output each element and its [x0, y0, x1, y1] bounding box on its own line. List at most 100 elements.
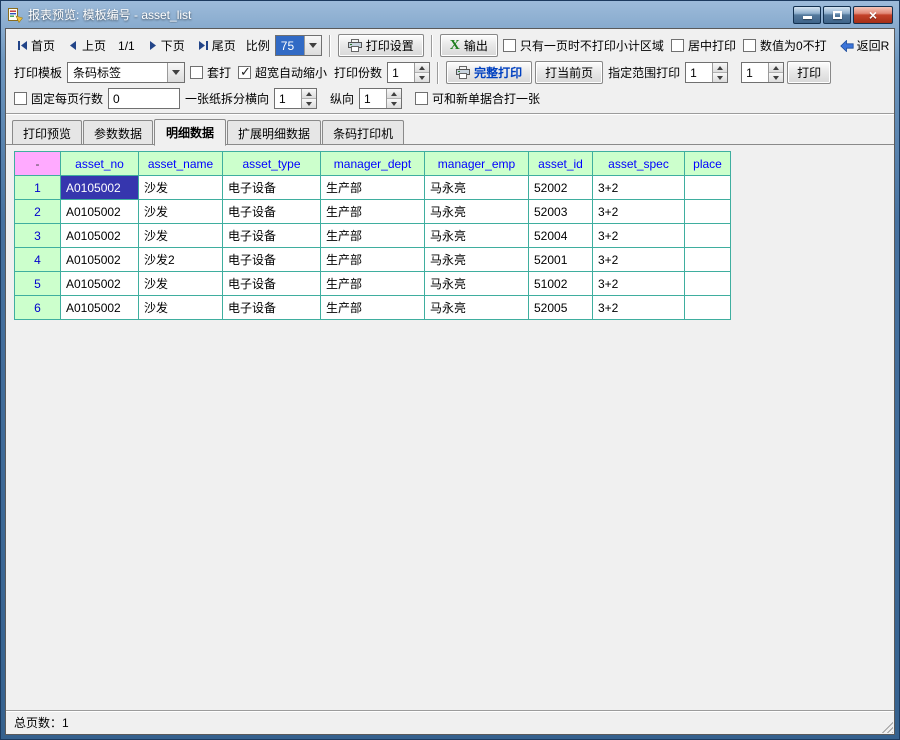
- close-button[interactable]: ×: [853, 6, 893, 24]
- spinner-down-button[interactable]: [415, 73, 429, 82]
- range-to-spinner[interactable]: 1: [741, 62, 784, 83]
- cell-asset_type[interactable]: 电子设备: [223, 224, 321, 248]
- prev-page-button[interactable]: 上页: [63, 35, 111, 56]
- column-header-asset_no[interactable]: asset_no: [61, 152, 139, 176]
- cell-asset_id[interactable]: 52005: [529, 296, 593, 320]
- cell-asset_no[interactable]: A0105002: [61, 296, 139, 320]
- checkbox-center-print[interactable]: 居中打印: [669, 37, 738, 54]
- cell-asset_type[interactable]: 电子设备: [223, 296, 321, 320]
- spinner-down-button[interactable]: [387, 99, 401, 108]
- cell-asset_spec[interactable]: 3+2: [593, 272, 685, 296]
- column-header-asset_name[interactable]: asset_name: [139, 152, 223, 176]
- cell-manager_dept[interactable]: 生产部: [321, 248, 425, 272]
- row-number[interactable]: 1: [15, 176, 61, 200]
- first-page-button[interactable]: 首页: [12, 35, 60, 56]
- checkbox-overlay-print[interactable]: 套打: [188, 64, 233, 81]
- scale-dropdown[interactable]: 75: [275, 35, 322, 56]
- checkbox-auto-shrink[interactable]: 超宽自动缩小: [236, 64, 329, 81]
- cell-place[interactable]: [685, 248, 731, 272]
- column-header-asset_type[interactable]: asset_type: [223, 152, 321, 176]
- cell-manager_emp[interactable]: 马永亮: [425, 176, 529, 200]
- cell-asset_name[interactable]: 沙发: [139, 296, 223, 320]
- cell-manager_emp[interactable]: 马永亮: [425, 272, 529, 296]
- spinner-up-button[interactable]: [302, 89, 316, 99]
- spinner-down-button[interactable]: [769, 73, 783, 82]
- row-number[interactable]: 6: [15, 296, 61, 320]
- cell-manager_dept[interactable]: 生产部: [321, 296, 425, 320]
- column-header-asset_id[interactable]: asset_id: [529, 152, 593, 176]
- cell-asset_name[interactable]: 沙发: [139, 272, 223, 296]
- cell-asset_id[interactable]: 52001: [529, 248, 593, 272]
- cell-asset_type[interactable]: 电子设备: [223, 248, 321, 272]
- checkbox-merge-print[interactable]: 可和新单据合打一张: [413, 90, 542, 107]
- cell-asset_type[interactable]: 电子设备: [223, 200, 321, 224]
- cell-place[interactable]: [685, 272, 731, 296]
- cell-asset_name[interactable]: 沙发: [139, 176, 223, 200]
- column-header-manager_emp[interactable]: manager_emp: [425, 152, 529, 176]
- last-page-button[interactable]: 尾页: [193, 35, 241, 56]
- cell-place[interactable]: [685, 224, 731, 248]
- cell-asset_spec[interactable]: 3+2: [593, 296, 685, 320]
- export-button[interactable]: X 输出: [440, 34, 498, 57]
- cell-asset_name[interactable]: 沙发: [139, 224, 223, 248]
- cell-asset_no[interactable]: A0105002: [61, 200, 139, 224]
- title-bar[interactable]: 报表预览: 模板编号 - asset_list ×: [5, 1, 895, 28]
- split-horizontal-spinner[interactable]: 1: [274, 88, 317, 109]
- spinner-down-button[interactable]: [302, 99, 316, 108]
- column-header-manager_dept[interactable]: manager_dept: [321, 152, 425, 176]
- full-print-button[interactable]: 完整打印: [446, 61, 532, 84]
- cell-asset_name[interactable]: 沙发: [139, 200, 223, 224]
- print-button[interactable]: 打印: [787, 61, 831, 84]
- scale-dropdown-button[interactable]: [304, 36, 321, 55]
- cell-asset_id[interactable]: 52003: [529, 200, 593, 224]
- fixed-rows-input[interactable]: 0: [108, 88, 180, 109]
- cell-manager_dept[interactable]: 生产部: [321, 224, 425, 248]
- cell-asset_type[interactable]: 电子设备: [223, 176, 321, 200]
- maximize-button[interactable]: [823, 6, 851, 24]
- cell-asset_id[interactable]: 51002: [529, 272, 593, 296]
- cell-manager_emp[interactable]: 马永亮: [425, 200, 529, 224]
- tab-detail-data[interactable]: 明细数据: [154, 119, 226, 146]
- cell-asset_spec[interactable]: 3+2: [593, 224, 685, 248]
- template-dropdown[interactable]: 条码标签: [67, 62, 185, 83]
- corner-header[interactable]: -: [15, 152, 61, 176]
- cell-asset_spec[interactable]: 3+2: [593, 176, 685, 200]
- cell-asset_id[interactable]: 52002: [529, 176, 593, 200]
- spinner-up-button[interactable]: [415, 63, 429, 73]
- split-vertical-spinner[interactable]: 1: [359, 88, 402, 109]
- tab-barcode-printer[interactable]: 条码打印机: [322, 120, 404, 145]
- cell-asset_id[interactable]: 52004: [529, 224, 593, 248]
- cell-asset_no[interactable]: A0105002: [61, 248, 139, 272]
- row-number[interactable]: 2: [15, 200, 61, 224]
- row-number[interactable]: 5: [15, 272, 61, 296]
- cell-asset_name[interactable]: 沙发2: [139, 248, 223, 272]
- tab-print-preview[interactable]: 打印预览: [12, 120, 82, 145]
- cell-asset_no[interactable]: A0105002: [61, 224, 139, 248]
- cell-manager_dept[interactable]: 生产部: [321, 272, 425, 296]
- cell-asset_no[interactable]: A0105002: [61, 176, 139, 200]
- resize-grip[interactable]: [880, 720, 893, 733]
- row-number[interactable]: 3: [15, 224, 61, 248]
- cell-asset_spec[interactable]: 3+2: [593, 200, 685, 224]
- back-button[interactable]: 返回R: [835, 35, 895, 56]
- spinner-up-button[interactable]: [769, 63, 783, 73]
- cell-manager_dept[interactable]: 生产部: [321, 176, 425, 200]
- column-header-place[interactable]: place: [685, 152, 731, 176]
- tab-parameter-data[interactable]: 参数数据: [83, 120, 153, 145]
- cell-asset_type[interactable]: 电子设备: [223, 272, 321, 296]
- cell-manager_emp[interactable]: 马永亮: [425, 248, 529, 272]
- template-dropdown-button[interactable]: [167, 63, 184, 82]
- cell-asset_no[interactable]: A0105002: [61, 272, 139, 296]
- cell-manager_emp[interactable]: 马永亮: [425, 296, 529, 320]
- row-number[interactable]: 4: [15, 248, 61, 272]
- checkbox-fixed-rows[interactable]: 固定每页行数: [12, 90, 105, 107]
- cell-place[interactable]: [685, 200, 731, 224]
- cell-place[interactable]: [685, 296, 731, 320]
- spinner-down-button[interactable]: [713, 73, 727, 82]
- column-header-asset_spec[interactable]: asset_spec: [593, 152, 685, 176]
- copies-spinner[interactable]: 1: [387, 62, 430, 83]
- spinner-up-button[interactable]: [713, 63, 727, 73]
- range-from-spinner[interactable]: 1: [685, 62, 728, 83]
- spinner-up-button[interactable]: [387, 89, 401, 99]
- print-settings-button[interactable]: 打印设置: [338, 34, 424, 57]
